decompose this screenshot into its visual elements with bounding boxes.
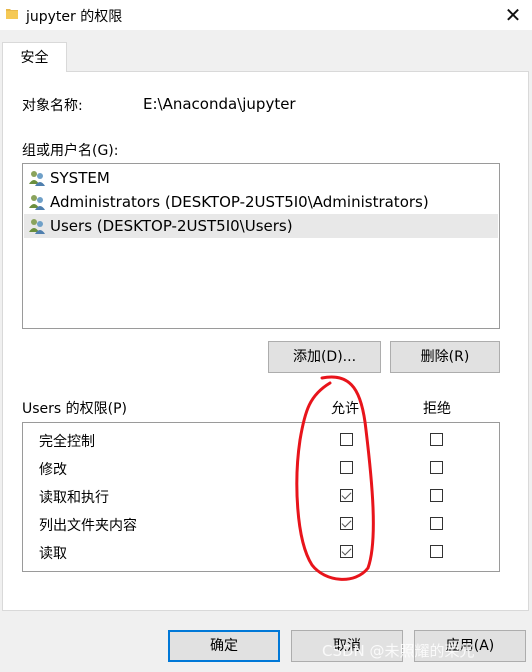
add-button[interactable]: 添加(D)... [268, 341, 381, 373]
group-list[interactable]: SYSTEM Administrators (DESKTOP-2UST5I0\A… [22, 163, 500, 329]
permission-label: 完全控制 [39, 434, 95, 450]
group-item-administrators[interactable]: Administrators (DESKTOP-2UST5I0\Administ… [24, 190, 498, 214]
folder-icon [6, 9, 18, 19]
deny-checkbox[interactable] [430, 489, 443, 502]
deny-checkbox[interactable] [430, 461, 443, 474]
remove-button[interactable]: 删除(R) [390, 341, 500, 373]
users-icon [29, 219, 45, 234]
permission-row-partial [23, 566, 479, 571]
permission-row-list-folder: 列出文件夹内容 [23, 510, 479, 538]
group-item-label: Users (DESKTOP-2UST5I0\Users) [50, 217, 293, 235]
permission-row-read-execute: 读取和执行 [23, 482, 479, 510]
allow-checkbox[interactable] [340, 545, 353, 558]
object-name-value: E:\Anaconda\jupyter [143, 95, 296, 113]
permissions-list: 完全控制 修改 读取和执行 列出文件夹内容 读取 ▲ ▼ [22, 422, 500, 572]
users-icon [29, 171, 45, 186]
deny-checkbox[interactable] [430, 433, 443, 446]
object-name-label: 对象名称: [22, 98, 83, 114]
group-item-label: SYSTEM [50, 169, 110, 187]
permission-label: 读取 [39, 546, 67, 562]
watermark: CSDN @未照耀的荣光 [322, 642, 475, 660]
permission-label: 读取和执行 [39, 490, 109, 506]
permissions-label: Users 的权限(P) [22, 401, 128, 417]
group-item-label: Administrators (DESKTOP-2UST5I0\Administ… [50, 193, 429, 211]
permission-label: 列出文件夹内容 [39, 518, 137, 534]
deny-checkbox[interactable] [430, 545, 443, 558]
close-icon[interactable]: ✕ [500, 2, 526, 28]
group-item-system[interactable]: SYSTEM [24, 166, 498, 190]
deny-checkbox[interactable] [430, 517, 443, 530]
ok-button[interactable]: 确定 [168, 630, 280, 662]
allow-checkbox[interactable] [340, 461, 353, 474]
users-icon [29, 195, 45, 210]
permission-label: 修改 [39, 462, 67, 478]
allow-checkbox[interactable] [340, 489, 353, 502]
deny-column-header: 拒绝 [423, 401, 451, 417]
allow-checkbox[interactable] [340, 517, 353, 530]
group-item-users[interactable]: Users (DESKTOP-2UST5I0\Users) [24, 214, 498, 238]
allow-checkbox[interactable] [340, 433, 353, 446]
window-title: jupyter 的权限 [26, 9, 123, 25]
tab-security[interactable]: 安全 [2, 42, 67, 72]
permission-row-modify: 修改 [23, 454, 479, 482]
permission-row-full-control: 完全控制 [23, 426, 479, 454]
groups-label: 组或用户名(G): [22, 143, 119, 159]
allow-column-header: 允许 [331, 401, 359, 417]
permission-row-read: 读取 [23, 538, 479, 566]
